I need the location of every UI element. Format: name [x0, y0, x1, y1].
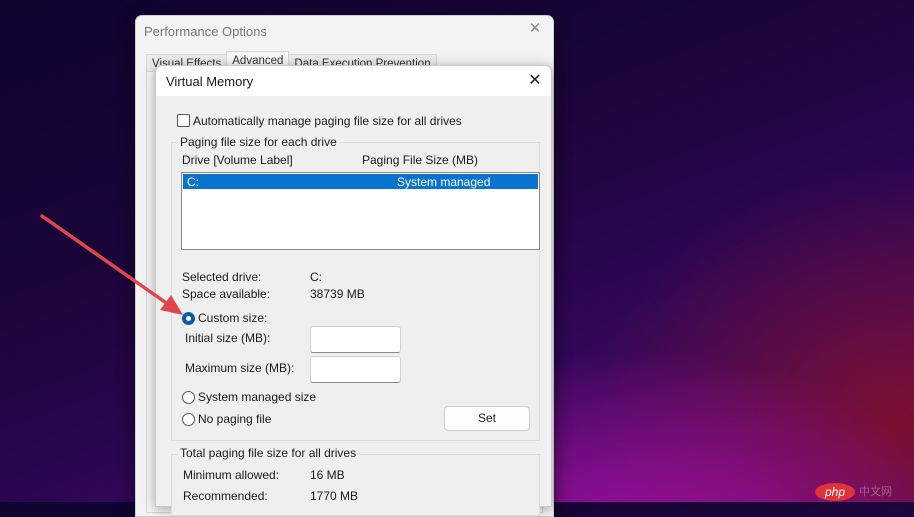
minimum-allowed-value: 16 MB: [310, 468, 345, 482]
maximum-size-input[interactable]: [310, 356, 401, 383]
no-paging-file-radio[interactable]: [182, 413, 195, 426]
custom-size-label[interactable]: Custom size:: [198, 311, 267, 325]
total-paging-group: [171, 454, 540, 516]
title-bar: Virtual Memory ✕: [156, 66, 551, 96]
close-icon: ✕: [528, 20, 542, 37]
drive-paging-size: System managed: [397, 175, 491, 189]
system-managed-label[interactable]: System managed size: [198, 390, 316, 404]
space-available-value: 38739 MB: [310, 287, 365, 301]
performance-options-title: Performance Options: [144, 24, 267, 39]
performance-options-close-button[interactable]: ✕: [527, 21, 543, 37]
system-managed-radio[interactable]: [182, 391, 195, 404]
drive-list[interactable]: C: System managed: [181, 172, 540, 250]
set-button[interactable]: Set: [444, 406, 530, 431]
auto-manage-label[interactable]: Automatically manage paging file size fo…: [193, 114, 462, 128]
recommended-label: Recommended:: [183, 489, 268, 503]
total-group-legend: Total paging file size for all drives: [178, 446, 359, 460]
custom-size-radio[interactable]: [182, 312, 195, 325]
watermark-suffix: 中文网: [859, 486, 892, 498]
column-header-paging-size: Paging File Size (MB): [362, 153, 479, 167]
paging-group-legend: Paging file size for each drive: [178, 135, 339, 149]
php-logo: php: [815, 483, 855, 501]
close-icon: ✕: [528, 72, 542, 89]
recommended-value: 1770 MB: [310, 489, 359, 503]
maximum-size-label: Maximum size (MB):: [185, 361, 295, 375]
selected-drive-value: C:: [310, 270, 322, 284]
minimum-allowed-label: Minimum allowed:: [183, 468, 280, 482]
watermark: php 中文网: [815, 483, 892, 501]
virtual-memory-title: Virtual Memory: [166, 74, 254, 89]
drive-letter: C:: [187, 175, 199, 189]
no-paging-file-label[interactable]: No paging file: [198, 412, 271, 426]
column-header-drive: Drive [Volume Label]: [182, 153, 293, 167]
drive-list-row[interactable]: C: System managed: [183, 174, 538, 189]
initial-size-label: Initial size (MB):: [185, 331, 271, 345]
selected-drive-label: Selected drive:: [182, 270, 262, 284]
space-available-label: Space available:: [182, 287, 271, 301]
auto-manage-checkbox[interactable]: [177, 114, 190, 127]
virtual-memory-dialog: Virtual Memory ✕ Automatically manage pa…: [155, 65, 552, 516]
virtual-memory-close-button[interactable]: ✕: [526, 72, 544, 90]
initial-size-input[interactable]: [310, 326, 401, 353]
